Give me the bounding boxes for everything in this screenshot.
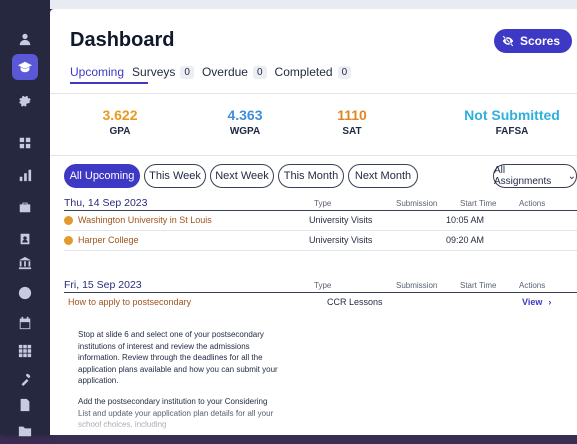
event-start: 10:05 AM: [446, 215, 485, 225]
dashboard-panel: Dashboard Scores Upcoming Surveys 0 Overd…: [50, 9, 577, 435]
bank-icon[interactable]: [12, 250, 38, 276]
scores-button[interactable]: Scores: [493, 29, 572, 53]
tools-icon[interactable]: [12, 366, 38, 392]
id-card-icon[interactable]: [12, 226, 38, 252]
divider: [64, 210, 577, 211]
apps-icon[interactable]: [12, 338, 38, 364]
count-badge: 0: [337, 65, 352, 79]
page-title: Dashboard: [70, 29, 175, 51]
calendar-icon[interactable]: [12, 310, 38, 336]
event-icon: [64, 215, 73, 225]
assignments-select-value: All Assignments: [494, 165, 552, 187]
chevron-down-icon: ⌄: [567, 170, 576, 182]
filter-next-month[interactable]: Next Month: [348, 164, 418, 188]
stat-wgpa: 4.363 WGPA: [205, 107, 285, 137]
assignments-select[interactable]: All Assignments ⌄: [493, 164, 577, 188]
divider: [64, 230, 577, 231]
divider: [50, 155, 577, 156]
chevron-right-icon: ›: [548, 297, 552, 307]
divider: [64, 292, 577, 293]
count-badge: 0: [252, 65, 267, 79]
col-type: Type: [314, 199, 332, 208]
table-row[interactable]: Harper College University Visits 09:20 A…: [64, 232, 577, 250]
user-icon[interactable]: [12, 26, 38, 52]
stat-label: GPA: [109, 126, 131, 137]
bottom-fade: [50, 407, 577, 435]
col-start: Start Time: [460, 281, 497, 290]
filter-next-week[interactable]: Next Week: [210, 164, 274, 188]
event-start: 09:20 AM: [446, 235, 485, 245]
filter-this-month[interactable]: This Month: [278, 164, 344, 188]
filter-all-upcoming[interactable]: All Upcoming: [64, 164, 140, 188]
bar-chart-icon[interactable]: [12, 162, 38, 188]
graduation-cap-icon[interactable]: [12, 54, 38, 80]
event-type: CCR Lessons: [327, 297, 383, 307]
day-date: Thu, 14 Sep 2023: [64, 197, 148, 209]
stat-sat: 1110 SAT: [312, 107, 392, 137]
document-icon[interactable]: [12, 392, 38, 418]
stat-value: 3.622: [102, 107, 138, 123]
briefcase-icon[interactable]: [12, 194, 38, 220]
event-icon: [64, 235, 73, 245]
divider: [50, 93, 577, 94]
day-header: Fri, 15 Sep 2023 Type Submission Start T…: [64, 279, 577, 293]
count-badge: 0: [180, 65, 194, 79]
scores-label: Scores: [519, 34, 560, 48]
col-actions: Actions: [519, 199, 546, 208]
tab-bar: Upcoming Surveys 0 Overdue 0 Completed 0: [70, 65, 352, 79]
col-submission: Submission: [396, 199, 438, 208]
event-link[interactable]: Harper College: [64, 235, 139, 245]
view-link[interactable]: View ›: [522, 297, 551, 307]
stat-gpa: 3.622 GPA: [80, 107, 160, 137]
stat-label: WGPA: [229, 126, 261, 137]
stat-label: SAT: [342, 126, 362, 137]
tab-surveys[interactable]: Surveys 0: [132, 65, 194, 79]
stat-value: 1110: [337, 107, 367, 123]
event-link[interactable]: How to apply to postsecondary: [68, 297, 191, 307]
eye-slash-icon: [502, 35, 514, 47]
event-link[interactable]: Washington University in St Louis: [64, 215, 212, 225]
stat-label: FAFSA: [495, 126, 529, 137]
day-date: Fri, 15 Sep 2023: [64, 279, 142, 291]
stat-value: Not Submitted: [464, 107, 560, 123]
event-type: University Visits: [309, 215, 373, 225]
active-tab-indicator: [70, 82, 148, 84]
stat-value: 4.363: [227, 107, 263, 123]
table-row[interactable]: Washington University in St Louis Univer…: [64, 212, 577, 230]
grid-icon[interactable]: [12, 130, 38, 156]
stat-fafsa: Not Submitted FAFSA: [452, 107, 572, 137]
table-row[interactable]: How to apply to postsecondary CCR Lesson…: [64, 294, 577, 312]
gear-icon[interactable]: [12, 88, 38, 114]
sidebar: [0, 0, 50, 437]
tab-completed[interactable]: Completed 0: [275, 65, 352, 79]
col-actions: Actions: [519, 281, 546, 290]
col-submission: Submission: [396, 281, 438, 290]
lesson-description: Stop at slide 6 and select one of your p…: [78, 330, 278, 385]
tab-upcoming[interactable]: Upcoming: [70, 65, 124, 79]
tab-overdue[interactable]: Overdue 0: [202, 65, 267, 79]
filter-this-week[interactable]: This Week: [144, 164, 206, 188]
divider: [64, 250, 577, 251]
top-strip: [50, 0, 577, 9]
event-type: University Visits: [309, 235, 373, 245]
col-type: Type: [314, 281, 332, 290]
dollar-icon[interactable]: [12, 280, 38, 306]
folder-icon[interactable]: [12, 418, 38, 444]
col-start: Start Time: [460, 199, 497, 208]
day-header: Thu, 14 Sep 2023 Type Submission Start T…: [64, 197, 577, 211]
